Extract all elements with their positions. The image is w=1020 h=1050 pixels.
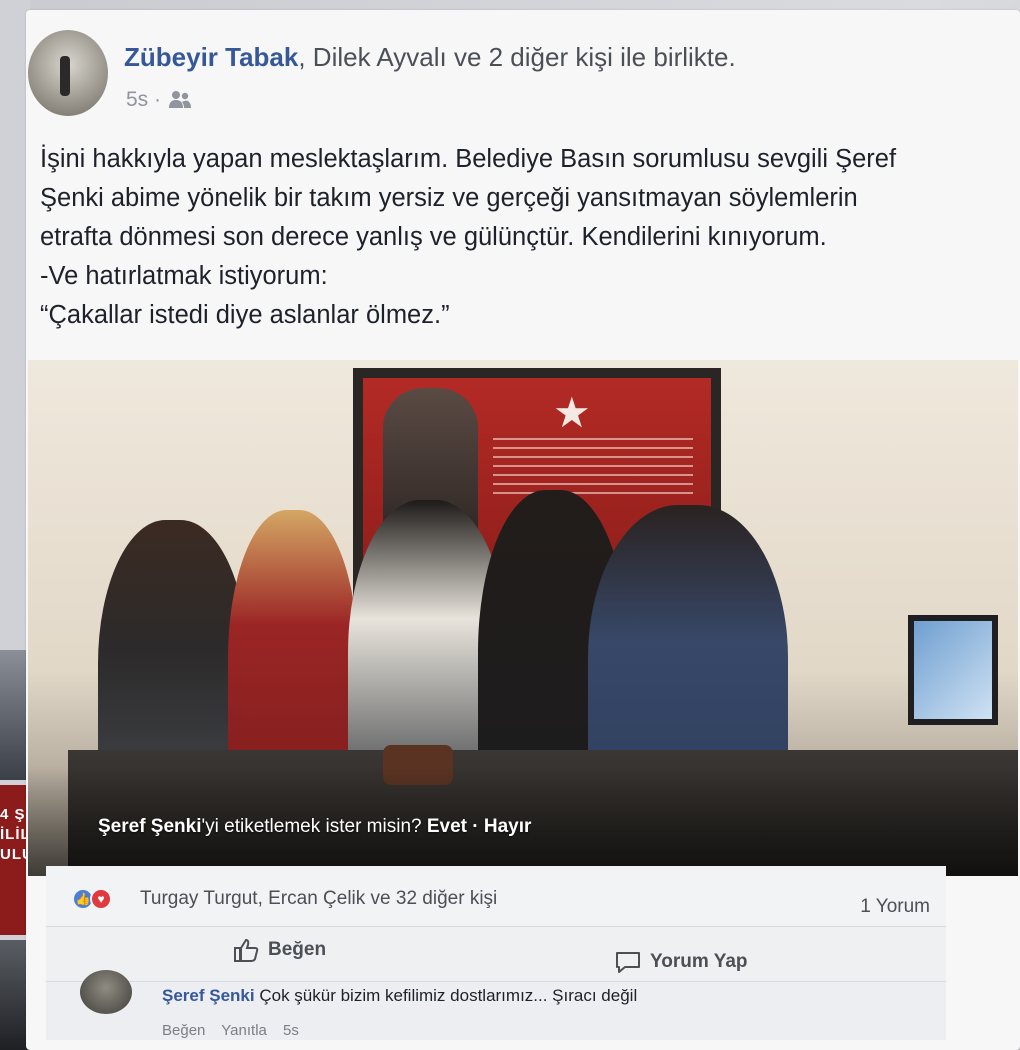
- comment-time[interactable]: 5s: [283, 1022, 299, 1039]
- like-label: Beğen: [268, 939, 327, 960]
- tag-yes-button[interactable]: Evet: [427, 816, 467, 837]
- post-header: Zübeyir Tabak, Dilek Ayvalı ve 2 diğer k…: [26, 30, 1020, 130]
- post-time[interactable]: 5s ·: [126, 88, 161, 112]
- post-text-line: “Çakallar istedi diye aslanlar ölmez.”: [40, 301, 450, 329]
- reactors-summary[interactable]: Turgay Turgut, Ercan Çelik ve 32 diğer k…: [140, 888, 497, 910]
- tag-separator: ·: [472, 816, 479, 837]
- post-actions: Beğen Yorum Yap: [46, 926, 946, 982]
- author-name[interactable]: Zübeyir Tabak: [124, 42, 298, 72]
- reactions-bar: 👍 ♥ Turgay Turgut, Ercan Çelik ve 32 diğ…: [46, 866, 946, 926]
- post-text-line: İşini hakkıyla yapan meslektaşlarım. Bel…: [40, 145, 897, 173]
- author-line: Zübeyir Tabak, Dilek Ayvalı ve 2 diğer k…: [124, 42, 736, 73]
- comment-reply-link[interactable]: Yanıtla: [221, 1022, 267, 1039]
- post-photo[interactable]: ★ Şeref Şenki'yi etiketlemek ister misin…: [28, 360, 1018, 876]
- comment-button[interactable]: Yorum Yap: [614, 949, 748, 975]
- comment-like-link[interactable]: Beğen: [162, 1022, 205, 1039]
- tag-question: 'yi etiketlemek ister misin?: [201, 816, 422, 837]
- comment-text: Çok şükür bizim kefilimiz dostlarımız...…: [259, 986, 638, 1005]
- tag-name: Şeref Şenki: [98, 816, 202, 837]
- friends-icon[interactable]: [167, 89, 193, 111]
- comment-item: Şeref Şenki Çok şükür bizim kefilimiz do…: [46, 970, 946, 1040]
- tag-suggestion: Şeref Şenki'yi etiketlemek ister misin? …: [98, 816, 531, 838]
- photo-monitor: [908, 615, 998, 725]
- poster-script: [493, 438, 693, 498]
- love-icon: ♥: [90, 888, 112, 910]
- star-icon: ★: [553, 389, 591, 436]
- reaction-icons[interactable]: 👍 ♥: [72, 888, 112, 910]
- comment-label: Yorum Yap: [650, 951, 748, 972]
- comment-count[interactable]: 1 Yorum: [860, 896, 930, 918]
- post-text-line: etrafta dönmesi son derece yanlış ve gül…: [40, 223, 827, 251]
- comment-actions: Beğen Yanıtla 5s: [162, 1022, 311, 1039]
- author-avatar[interactable]: [28, 30, 108, 116]
- tagged-people[interactable]: , Dilek Ayvalı ve 2 diğer kişi ile birli…: [298, 42, 735, 72]
- tag-no-button[interactable]: Hayır: [484, 816, 532, 837]
- thumbs-up-icon: [234, 938, 259, 962]
- comment-body: Şeref Şenki Çok şükür bizim kefilimiz do…: [162, 986, 637, 1006]
- post-text: İşini hakkıyla yapan meslektaşlarım. Bel…: [40, 140, 1010, 335]
- post-text-line: -Ve hatırlatmak istiyorum:: [40, 262, 328, 290]
- post-text-line: Şenki abime yönelik bir takım yersiz ve …: [40, 184, 858, 212]
- like-button[interactable]: Beğen: [232, 937, 326, 963]
- comment-icon: [616, 952, 640, 973]
- post-meta: 5s ·: [126, 88, 193, 112]
- comment-author[interactable]: Şeref Şenki: [162, 986, 255, 1005]
- commenter-avatar[interactable]: [80, 970, 132, 1014]
